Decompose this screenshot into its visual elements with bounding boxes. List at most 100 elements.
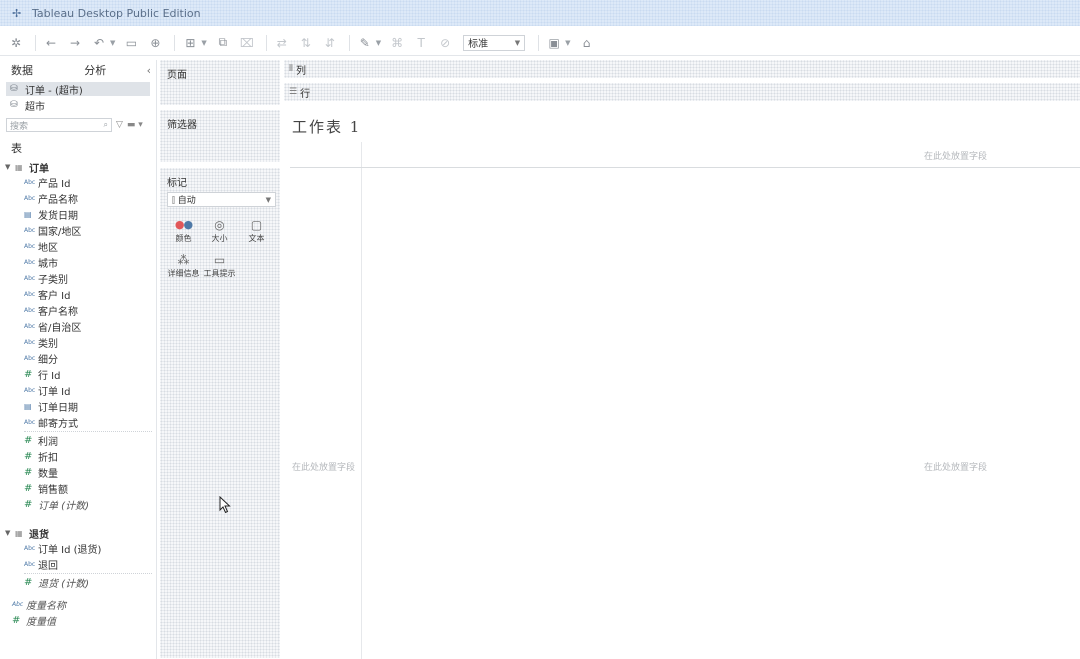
measure-field-icon: # xyxy=(24,434,33,446)
rows-shelf-label: 行 xyxy=(300,88,311,100)
field-item[interactable]: Abc 客户 Id xyxy=(0,286,156,302)
measure-field-icon: # xyxy=(24,482,33,494)
field-item[interactable]: Abc 国家/地区 xyxy=(0,222,156,238)
field-item[interactable]: # 订单 (计数) xyxy=(0,496,156,512)
string-field-icon: Abc xyxy=(24,322,36,330)
field-item[interactable]: # 行 Id xyxy=(0,366,156,382)
search-input[interactable]: 搜索 ⌕ xyxy=(6,118,112,132)
string-field-icon: Abc xyxy=(24,306,36,314)
mark-size-label: 大小 xyxy=(211,233,228,243)
date-field-icon: ▤ xyxy=(24,401,32,411)
field-item[interactable]: Abc 细分 xyxy=(0,350,156,366)
field-item[interactable]: # 数量 xyxy=(0,464,156,480)
field-item[interactable]: ▤ 订单日期 xyxy=(0,398,156,414)
columns-shelf[interactable]: ⦀ 列 xyxy=(284,60,1080,78)
field-item[interactable]: # 利润 xyxy=(0,432,156,448)
redo-icon[interactable]: → xyxy=(65,33,85,53)
field-item[interactable]: # 退货 (计数) xyxy=(0,574,156,590)
drop-field-columns-hint[interactable]: 在此处放置字段 xyxy=(924,149,987,162)
collapse-icon[interactable]: ‹ xyxy=(147,64,151,77)
field-label: 省/自治区 xyxy=(38,322,82,334)
mark-tooltip-button[interactable]: ▭ 工具提示 xyxy=(203,249,236,282)
field-label: 订单日期 xyxy=(38,402,78,414)
sort-desc-icon[interactable]: ⇵ xyxy=(320,33,340,53)
field-item[interactable]: Abc 产品 Id xyxy=(0,174,156,190)
clear-sheet-icon[interactable]: ⌧ xyxy=(237,33,257,53)
tab-analytics[interactable]: 分析 xyxy=(73,62,146,78)
drop-field-center-hint[interactable]: 在此处放置字段 xyxy=(924,460,987,473)
table-header[interactable]: ▼ ▦ 订单 xyxy=(0,160,156,175)
chevron-down-icon[interactable]: ▼ xyxy=(565,39,570,47)
fit-select[interactable]: 标准 ▼ xyxy=(463,34,526,51)
marks-card-title: 标记 xyxy=(167,178,187,189)
field-item[interactable]: Abc 订单 Id xyxy=(0,382,156,398)
data-pane: 数据 分析 ‹ ⛁ 订单 - (超市) ⛁ 超市 搜索 ⌕ ▽ ▬ ▾ 表 ▼ ▦… xyxy=(0,60,157,659)
drop-field-rows-hint[interactable]: 在此处放置字段 xyxy=(292,460,355,473)
window-title: Tableau Desktop Public Edition xyxy=(32,6,201,20)
mark-color-button[interactable]: ●● 颜色 xyxy=(167,214,200,247)
mark-detail-button[interactable]: ⁂ 详细信息 xyxy=(167,249,200,282)
field-item[interactable]: Abc 产品名称 xyxy=(0,190,156,206)
chevron-down-icon[interactable]: ▼ xyxy=(5,529,15,537)
new-sheet-icon[interactable]: ⊞ xyxy=(180,33,200,53)
chevron-down-icon: ▼ xyxy=(265,195,271,204)
field-item[interactable]: # 度量值 xyxy=(0,612,156,628)
mark-detail-label: 详细信息 xyxy=(167,268,200,278)
datasource-item[interactable]: ⛁ 订单 - (超市) xyxy=(6,82,150,97)
chevron-down-icon[interactable]: ▼ xyxy=(376,39,381,47)
field-label: 数量 xyxy=(38,468,58,480)
field-item[interactable]: Abc 度量名称 xyxy=(0,596,156,612)
chevron-down-icon[interactable]: ▼ xyxy=(110,39,115,47)
sort-asc-icon[interactable]: ⇅ xyxy=(296,33,316,53)
chevron-down-icon[interactable]: ▼ xyxy=(5,163,15,171)
field-item[interactable]: Abc 地区 xyxy=(0,238,156,254)
worksheet-view[interactable]: 工作表 1 在此处放置字段 在此处放置字段 在此处放置字段 xyxy=(284,106,1080,659)
group-icon[interactable]: ⌘ xyxy=(387,33,407,53)
field-item[interactable]: ▤ 发货日期 xyxy=(0,206,156,222)
field-item[interactable]: Abc 城市 xyxy=(0,254,156,270)
table-header[interactable]: ▼ ▦ 退货 xyxy=(0,526,156,541)
field-item[interactable]: Abc 子类别 xyxy=(0,270,156,286)
pages-card[interactable]: 页面 xyxy=(160,60,280,105)
swap-icon[interactable]: ⇄ xyxy=(272,33,292,53)
revert-icon[interactable]: ↶ xyxy=(89,33,109,53)
table-name: 退货 xyxy=(29,529,49,541)
duplicate-sheet-icon[interactable]: ⧉ xyxy=(213,33,233,53)
mark-type-select[interactable]: ⫿ 自动 ▼ xyxy=(167,192,276,207)
label-icon[interactable]: T xyxy=(411,33,431,53)
undo-icon[interactable]: ← xyxy=(41,33,61,53)
show-cards-icon[interactable]: ▣ xyxy=(544,33,564,53)
field-item[interactable]: Abc 退回 xyxy=(0,556,156,572)
field-item[interactable]: Abc 类别 xyxy=(0,334,156,350)
mark-color-label: 颜色 xyxy=(175,233,192,243)
field-item[interactable]: # 销售额 xyxy=(0,480,156,496)
tab-data[interactable]: 数据 xyxy=(0,62,73,78)
field-item[interactable]: Abc 订单 Id (退货) xyxy=(0,540,156,556)
filter-icon[interactable]: ▽ xyxy=(116,120,123,130)
chevron-down-icon[interactable]: ▼ xyxy=(201,39,206,47)
mark-size-button[interactable]: ◎ 大小 xyxy=(203,214,236,247)
detail-icon: ⁂ xyxy=(177,252,190,267)
field-item[interactable]: Abc 邮寄方式 xyxy=(0,414,156,430)
field-label: 销售额 xyxy=(38,484,68,496)
sheet-title[interactable]: 工作表 1 xyxy=(292,116,361,137)
mark-text-button[interactable]: ▢ 文本 xyxy=(240,214,273,247)
view-options-icon[interactable]: ▬ ▾ xyxy=(127,120,143,130)
field-item[interactable]: Abc 省/自治区 xyxy=(0,318,156,334)
pin-icon[interactable]: ⊘ xyxy=(435,33,455,53)
field-label: 客户 Id xyxy=(38,290,71,302)
tableau-home-icon[interactable]: ✲ xyxy=(6,33,26,53)
chevron-down-icon: ▼ xyxy=(514,38,521,47)
datasource-item[interactable]: ⛁ 超市 xyxy=(6,98,150,113)
field-item[interactable]: # 折扣 xyxy=(0,448,156,464)
save-icon[interactable]: ▭ xyxy=(121,33,141,53)
measure-field-icon: # xyxy=(24,466,33,478)
rows-shelf[interactable]: ☰ 行 xyxy=(284,83,1080,101)
new-datasource-icon[interactable]: ⊕ xyxy=(145,33,165,53)
string-field-icon: Abc xyxy=(24,194,36,202)
field-item[interactable]: Abc 客户名称 xyxy=(0,302,156,318)
string-field-icon: Abc xyxy=(24,242,36,250)
presentation-icon[interactable]: ⌂ xyxy=(577,33,597,53)
filters-card[interactable]: 筛选器 xyxy=(160,110,280,162)
highlight-icon[interactable]: ✎ xyxy=(355,33,375,53)
